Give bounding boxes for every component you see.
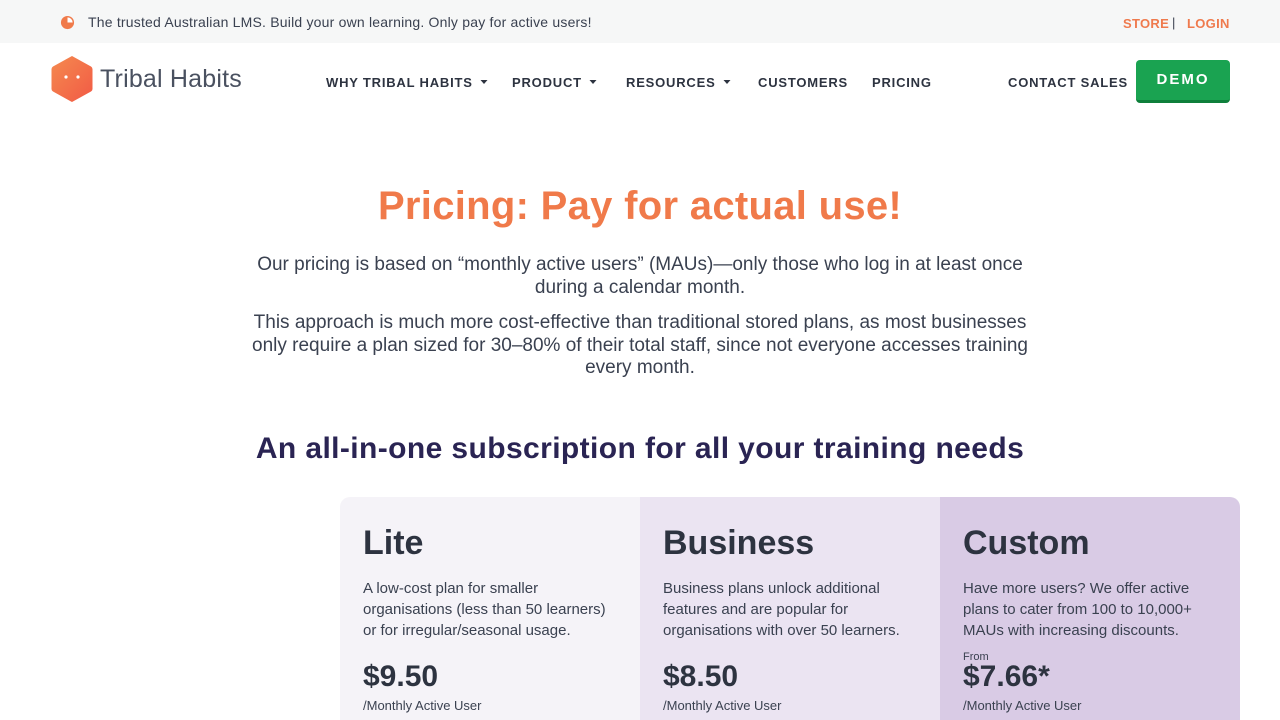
section-heading: An all-in-one subscription for all your … [255, 432, 1025, 465]
plan-price: $9.50 [363, 660, 439, 693]
plan-price-unit: /Monthly Active User [963, 698, 1082, 713]
plan-price-unit: /Monthly Active User [363, 698, 482, 713]
announcement-bar: The trusted Australian LMS. Build your o… [0, 0, 1280, 43]
nav-contact-sales[interactable]: CONTACT SALES [1008, 75, 1128, 90]
nav-label: RESOURCES [626, 75, 716, 90]
plan-name: Lite [363, 524, 424, 562]
explanation-paragraph: This approach is much more cost-effectiv… [252, 312, 1028, 378]
chevron-down-icon [589, 79, 597, 84]
nav-label: PRODUCT [512, 75, 582, 90]
brand-name: Tribal Habits [100, 65, 242, 93]
plan-card-lite: Lite A low-cost plan for smaller organis… [340, 497, 640, 720]
nav-label: CONTACT SALES [1008, 75, 1128, 90]
hexagon-logo-icon [51, 56, 93, 102]
plan-card-business: Business Business plans unlock additiona… [640, 497, 940, 720]
pie-chart-icon [60, 15, 75, 30]
plan-description: A low-cost plan for smaller organisation… [363, 580, 606, 639]
store-link[interactable]: STORE [1123, 16, 1169, 31]
pricing-plans: Lite A low-cost plan for smaller organis… [340, 497, 1240, 720]
login-link[interactable]: LOGIN [1187, 16, 1230, 31]
nav-product[interactable]: PRODUCT [512, 75, 598, 90]
nav-resources[interactable]: RESOURCES [626, 75, 732, 90]
chevron-down-icon [723, 79, 731, 84]
plan-card-custom: Custom Have more users? We offer active … [940, 497, 1240, 720]
page-title: Pricing: Pay for actual use! [377, 184, 903, 228]
link-separator: | [1172, 15, 1176, 30]
nav-label: WHY TRIBAL HABITS [326, 75, 473, 90]
plan-name: Custom [963, 524, 1090, 562]
chevron-down-icon [480, 79, 488, 84]
demo-button[interactable]: DEMO [1136, 60, 1230, 103]
nav-why-tribal-habits[interactable]: WHY TRIBAL HABITS [326, 75, 489, 90]
plan-name: Business [663, 524, 815, 562]
plan-description: Business plans unlock additional feature… [663, 580, 900, 639]
nav-customers[interactable]: CUSTOMERS [758, 75, 848, 90]
nav-pricing[interactable]: PRICING [872, 75, 932, 90]
tagline: The trusted Australian LMS. Build your o… [88, 14, 592, 30]
intro-paragraph: Our pricing is based on “monthly active … [257, 254, 1023, 298]
nav-label: CUSTOMERS [758, 75, 849, 90]
plan-description: Have more users? We offer active plans t… [963, 580, 1192, 639]
plan-price: $8.50 [663, 660, 739, 693]
plan-price-unit: /Monthly Active User [663, 698, 782, 713]
plan-price: $7.66* [963, 660, 1050, 693]
nav-label: PRICING [872, 75, 932, 90]
logo[interactable]: Tribal Habits [51, 55, 251, 103]
